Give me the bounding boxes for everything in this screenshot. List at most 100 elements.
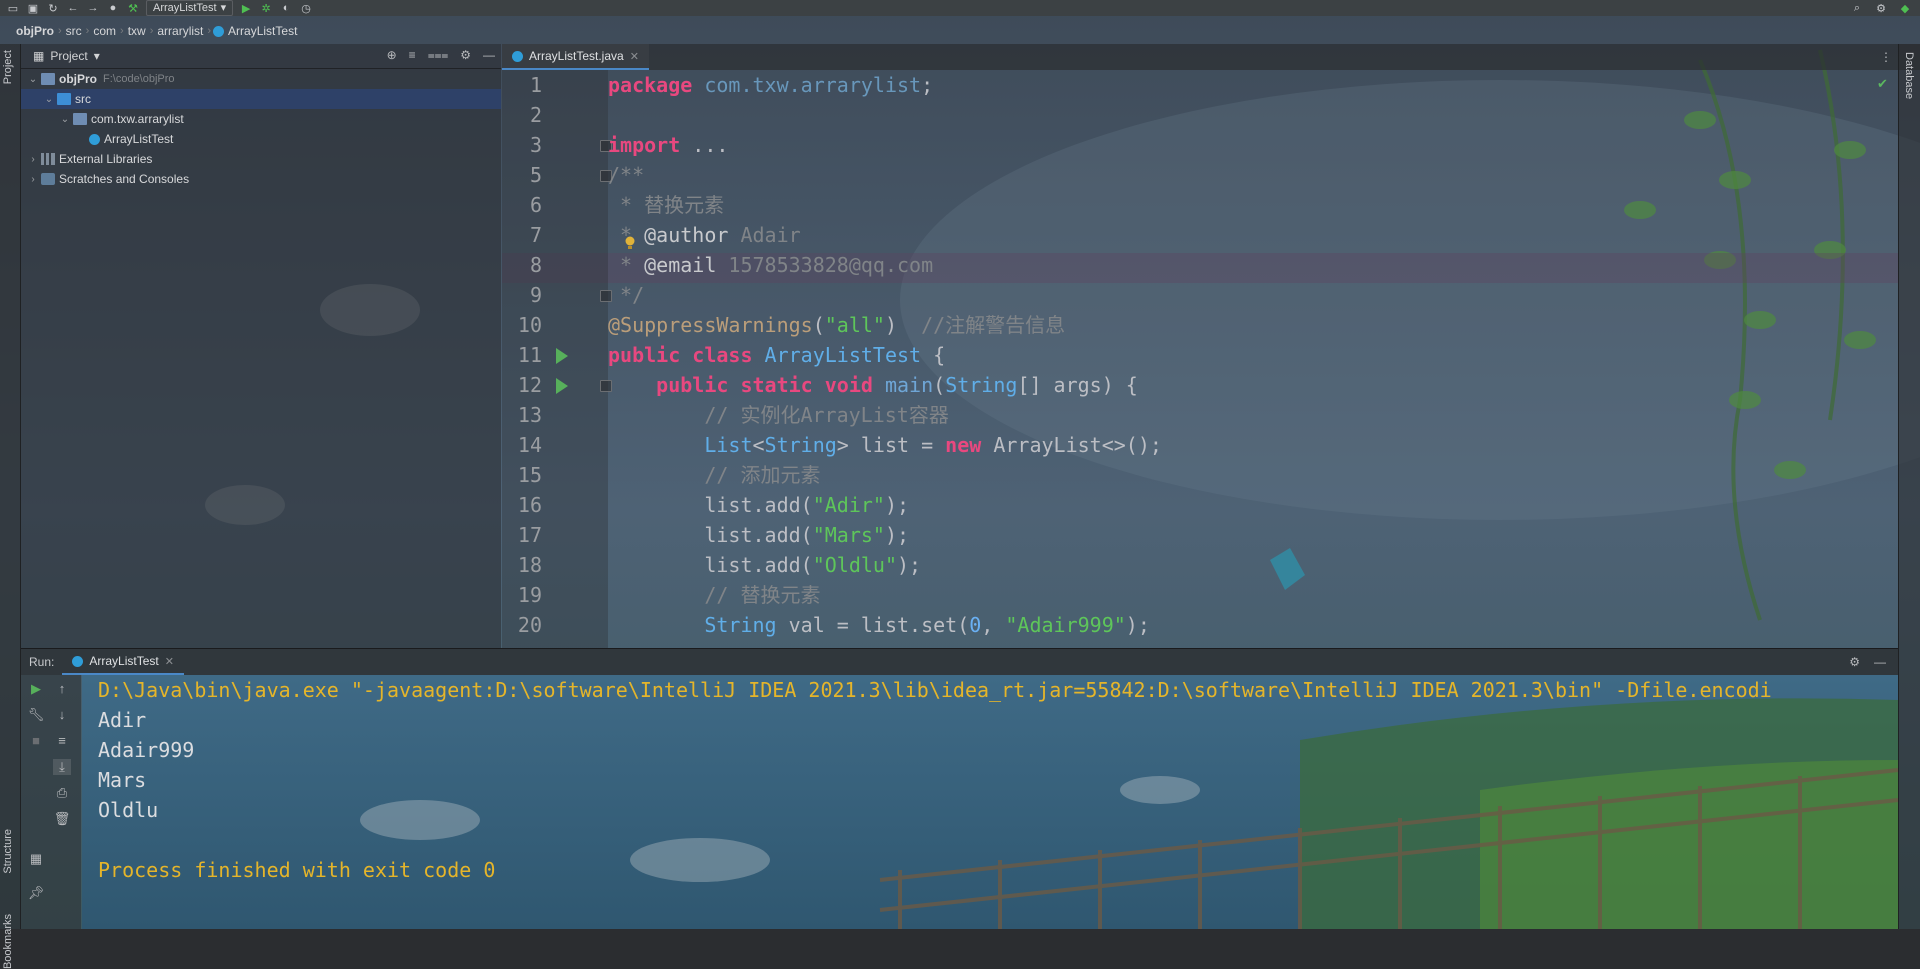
editor-tabs: ArrayListTest.java ✕ ⋮ (502, 44, 1920, 70)
code-line-3: import ... (608, 130, 728, 160)
breadcrumb: objPro › src › com › txw › arrarylist › … (0, 20, 1920, 42)
code-token: ); (884, 493, 910, 517)
breadcrumb-class[interactable]: ArrayListTest (211, 21, 297, 41)
code-token: 1578533828@qq.com (716, 253, 934, 277)
coverage-icon[interactable]: ◐ (279, 2, 293, 14)
code-token: "Adir" (812, 493, 885, 517)
chevron-down-icon[interactable]: ⌄ (43, 94, 55, 105)
minimize-icon[interactable]: — (483, 48, 495, 63)
code-token: com.txw.arrarylist (704, 73, 922, 97)
scroll-to-end-icon[interactable]: ⤓ (53, 759, 71, 775)
scratches-icon (41, 173, 55, 185)
breadcrumb-com[interactable]: com (89, 24, 120, 38)
breadcrumb-package[interactable]: arrarylist (153, 24, 207, 38)
chevron-right-icon[interactable]: › (27, 154, 39, 165)
code-token: @SuppressWarnings (608, 313, 813, 337)
more-options-icon[interactable]: ⋮ (1880, 50, 1892, 64)
scroll-up-icon[interactable]: ↑ (53, 681, 71, 696)
code-token: //注解警告信息 (921, 313, 1066, 337)
gear-icon[interactable]: ⚙ (1849, 655, 1860, 669)
debug-icon[interactable]: ✲ (259, 2, 273, 15)
code-token: main (884, 373, 934, 397)
code-token: ) (884, 313, 922, 337)
line-number: 17 (517, 523, 542, 547)
rerun-icon[interactable]: ▶ (27, 681, 45, 697)
run-icon[interactable]: ▶ (239, 2, 253, 15)
tool-window-structure[interactable]: Structure (2, 829, 14, 874)
scroll-down-icon[interactable]: ↓ (53, 707, 71, 722)
search-icon[interactable]: ⌕ (1850, 2, 1864, 14)
tab-arraylisttest-java[interactable]: ArrayListTest.java ✕ (502, 44, 649, 70)
chevron-right-icon[interactable]: › (27, 174, 39, 185)
trash-icon[interactable]: 🗑︎ (53, 811, 71, 827)
code-token: "all" (824, 313, 885, 337)
tree-item-external-libraries[interactable]: › External Libraries (21, 149, 501, 169)
build-icon[interactable]: ⚒ (126, 2, 140, 15)
line-number: 3 (529, 133, 542, 157)
main-toolbar: ▭ ▣ ↻ ← → ● ⚒ ArrayListTest ▾ ▶ ✲ ◐ ◷ ⌕ … (0, 0, 1920, 16)
expand-all-icon[interactable]: ≡ (409, 48, 416, 63)
code-editor[interactable]: package com.txw.arrarylist; import ... /… (608, 70, 1896, 648)
run-configuration-select[interactable]: ArrayListTest ▾ (146, 0, 234, 16)
tree-item-path: F:\code\objPro (103, 73, 175, 85)
inspection-ok-icon[interactable]: ✔ (1877, 76, 1888, 92)
breadcrumb-project[interactable]: objPro (12, 24, 58, 38)
tree-item-objpro[interactable]: ⌄ objPro F:\code\objPro (21, 69, 501, 89)
run-tab[interactable]: ArrayListTest ✕ (62, 649, 184, 675)
code-token: ( (933, 373, 946, 397)
code-token: ; (921, 73, 934, 97)
soft-wrap-icon[interactable]: ≡ (53, 733, 71, 748)
tool-window-project[interactable]: Project (2, 50, 14, 84)
forward-icon[interactable]: → (86, 2, 100, 14)
breadcrumb-class-label: ArrayListTest (228, 24, 298, 38)
tree-item-class[interactable]: ArrayListTest (21, 129, 501, 149)
class-icon (89, 133, 100, 145)
chevron-down-icon[interactable]: ▾ (94, 49, 100, 63)
chevron-down-icon[interactable]: ⌄ (59, 114, 71, 125)
profile-icon[interactable]: ◷ (299, 2, 313, 15)
wrench-icon[interactable]: 🔧︎ (27, 707, 45, 723)
gear-icon[interactable]: ⚙ (460, 48, 471, 63)
run-gutter-icon[interactable] (556, 378, 568, 394)
stop-icon[interactable]: ■ (27, 733, 45, 748)
code-line-9: */ (608, 283, 645, 307)
console-output[interactable]: D:\Java\bin\java.exe "-javaagent:D:\soft… (82, 675, 1898, 929)
minimize-icon[interactable]: — (1874, 655, 1886, 669)
user-icon[interactable]: ● (106, 2, 120, 14)
tree-item-package[interactable]: ⌄ com.txw.arrarylist (21, 109, 501, 129)
code-token: > list = (836, 433, 946, 457)
intention-bulb-icon[interactable] (624, 236, 636, 250)
line-number: 16 (517, 493, 542, 517)
pin-icon[interactable]: 📌︎ (27, 885, 45, 901)
run-gutter-icon[interactable] (556, 348, 568, 364)
code-line-18: list.add("Oldlu"); (608, 550, 921, 580)
tree-item-src[interactable]: ⌄ src (21, 89, 501, 109)
code-line-15: // 添加元素 (608, 463, 821, 487)
breadcrumb-txw[interactable]: txw (124, 24, 150, 38)
chevron-down-icon: ▾ (220, 2, 227, 14)
back-icon[interactable]: ← (66, 2, 80, 14)
code-line-12: public static void main(String[] args) { (608, 370, 1138, 400)
tool-window-database[interactable]: Database (1903, 52, 1915, 99)
settings-icon[interactable]: ⚙ (1874, 2, 1888, 15)
close-icon[interactable]: ✕ (630, 50, 639, 63)
update-icon[interactable]: ◆ (1898, 2, 1912, 15)
tree-item-scratches[interactable]: › Scratches and Consoles (21, 169, 501, 189)
save-icon[interactable]: ▣ (26, 2, 40, 15)
line-number: 13 (517, 403, 542, 427)
chevron-down-icon[interactable]: ⌄ (27, 74, 39, 85)
open-icon[interactable]: ▭ (6, 2, 20, 15)
code-token: * (608, 253, 645, 277)
print-icon[interactable]: ⎙ (53, 785, 71, 801)
project-panel-title[interactable]: Project (50, 49, 87, 63)
layout-icon[interactable]: ▦ (27, 851, 45, 867)
line-number: 5 (529, 163, 542, 187)
collapse-all-icon[interactable]: ⩶ (428, 48, 449, 63)
locate-icon[interactable]: ⊕ (387, 48, 397, 63)
close-icon[interactable]: ✕ (165, 655, 174, 668)
breadcrumb-src[interactable]: src (62, 24, 86, 38)
sync-icon[interactable]: ↻ (46, 2, 60, 15)
code-token: public static void (656, 373, 873, 397)
tool-window-bookmarks[interactable]: Bookmarks (2, 914, 14, 969)
